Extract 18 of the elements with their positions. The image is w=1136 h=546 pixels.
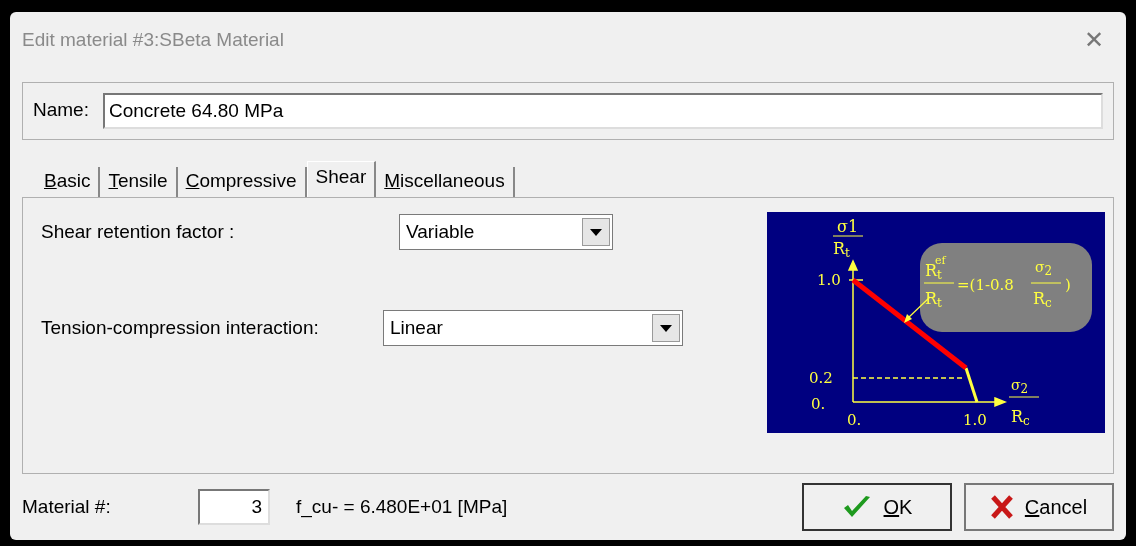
ok-button[interactable]: OK	[802, 483, 952, 532]
name-input-field[interactable]: Concrete 64.80 MPa	[102, 92, 1103, 129]
x-mark-icon	[990, 495, 1013, 520]
field-label: Tension-compression interaction:	[41, 316, 320, 341]
dropdown[interactable]: Variable	[399, 214, 613, 251]
name-label: Name:	[33, 98, 89, 123]
cancel-button[interactable]: Cancel	[964, 483, 1114, 532]
compressive-strength-info: f_cu- = 6.480E+01 [MPa]	[296, 494, 509, 520]
tab[interactable]: Shear	[306, 161, 377, 198]
window-title: Edit material #3:SBeta Material	[22, 27, 285, 52]
dropdown[interactable]: Linear	[383, 310, 683, 347]
close-button[interactable]: ✕	[1074, 21, 1114, 58]
field-label: Shear retention factor :	[41, 220, 236, 245]
material-number-label: Material #:	[22, 494, 112, 519]
tab[interactable]: Basic	[36, 167, 101, 198]
tab[interactable]: Tensile	[100, 167, 178, 198]
tab[interactable]: Miscellaneous	[376, 167, 515, 198]
material-number-field[interactable]: 3	[198, 489, 270, 526]
